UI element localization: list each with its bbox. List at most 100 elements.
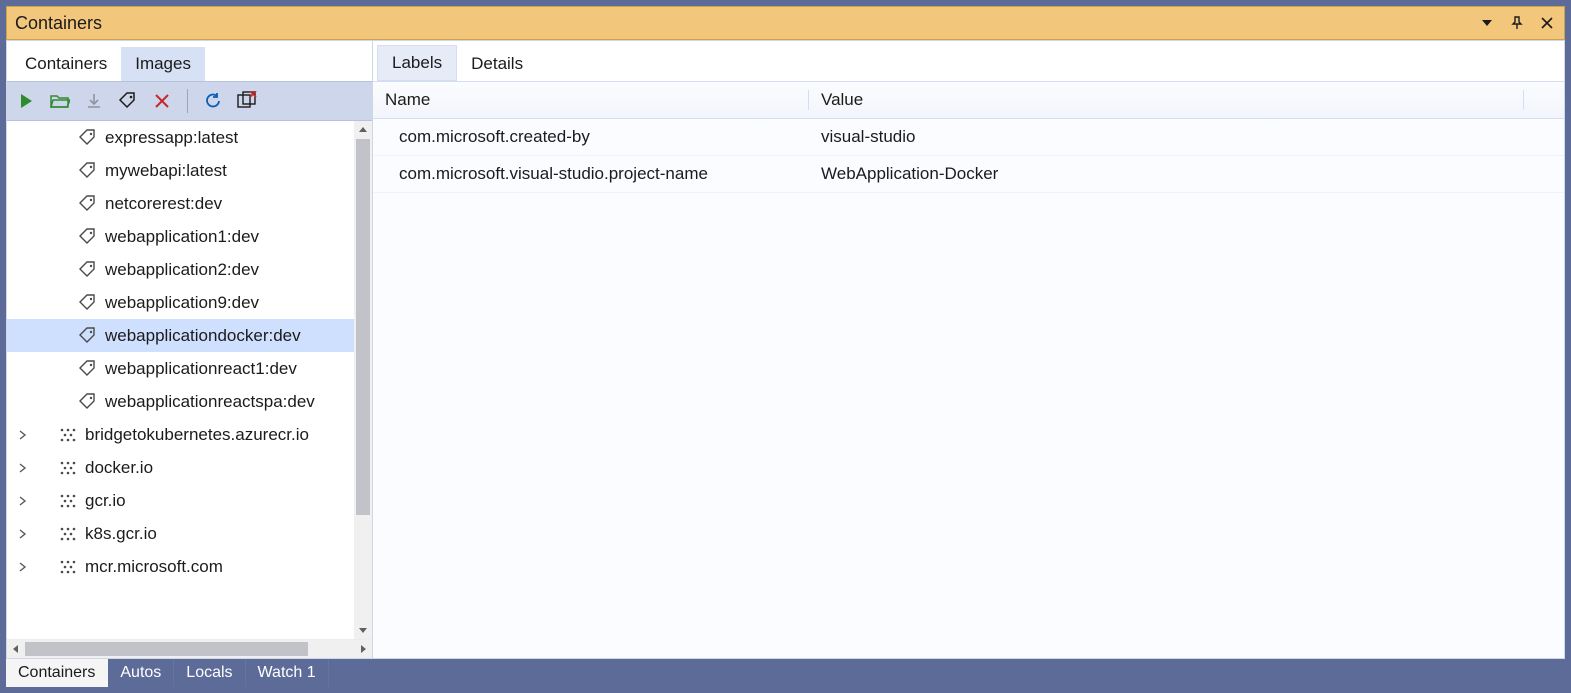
hscroll-thumb[interactable] (25, 642, 308, 656)
registry-icon (57, 490, 79, 512)
column-header-name[interactable]: Name (373, 90, 809, 110)
open-folder-icon[interactable] (47, 88, 73, 114)
item-label: expressapp:latest (105, 128, 238, 148)
expander-placeholder (13, 261, 31, 279)
expander-placeholder (13, 162, 31, 180)
registry-icon (57, 424, 79, 446)
tab-label: Details (471, 54, 523, 73)
window-buttons (1478, 14, 1556, 32)
toolbar-separator (187, 89, 188, 113)
registry-item[interactable]: gcr.io (7, 484, 354, 517)
item-label: webapplicationreact1:dev (105, 359, 297, 379)
expander-placeholder (13, 360, 31, 378)
cell-name: com.microsoft.visual-studio.project-name (373, 164, 809, 184)
right-tab-details[interactable]: Details (457, 47, 537, 81)
left-tab-images[interactable]: Images (121, 47, 205, 81)
expander-placeholder (13, 195, 31, 213)
expander-placeholder (13, 327, 31, 345)
bottom-tabs: Containers AutosLocalsWatch 1 (6, 659, 1565, 687)
bottom-tab-locals[interactable]: Locals (174, 659, 245, 687)
refresh-icon[interactable] (200, 88, 226, 114)
delete-icon[interactable] (149, 88, 175, 114)
bottom-tab-autos[interactable]: Autos (108, 659, 174, 687)
registry-item[interactable]: k8s.gcr.io (7, 517, 354, 550)
image-item[interactable]: webapplication2:dev (7, 253, 354, 286)
registry-item[interactable]: bridgetokubernetes.azurecr.io (7, 418, 354, 451)
tag-icon[interactable] (115, 88, 141, 114)
chevron-right-icon[interactable] (13, 558, 31, 576)
hscroll-track[interactable] (25, 640, 354, 658)
left-tabs: Containers Images (7, 41, 372, 81)
dropdown-icon[interactable] (1478, 14, 1496, 32)
item-label: gcr.io (85, 491, 126, 511)
close-icon[interactable] (1538, 14, 1556, 32)
tag-icon (77, 160, 99, 182)
tab-label: Containers (25, 54, 107, 73)
image-item[interactable]: webapplication9:dev (7, 286, 354, 319)
item-label: webapplication2:dev (105, 260, 259, 280)
cell-name: com.microsoft.created-by (373, 127, 809, 147)
images-tree-wrapper: expressapp:latest mywebapi:latest netcorer… (7, 121, 372, 640)
pin-icon[interactable] (1508, 14, 1526, 32)
table-row[interactable]: com.microsoft.created-byvisual-studio (373, 119, 1564, 156)
bottom-tab-watch-1[interactable]: Watch 1 (246, 659, 329, 687)
image-item[interactable]: webapplicationdocker:dev (7, 319, 354, 352)
chevron-right-icon[interactable] (13, 459, 31, 477)
expander-placeholder (13, 129, 31, 147)
image-item[interactable]: webapplicationreact1:dev (7, 352, 354, 385)
tab-label: Images (135, 54, 191, 73)
horizontal-scrollbar[interactable] (7, 640, 372, 658)
image-item[interactable]: webapplicationreactspa:dev (7, 385, 354, 418)
run-icon[interactable] (13, 88, 39, 114)
chevron-right-icon[interactable] (13, 426, 31, 444)
tag-icon (77, 292, 99, 314)
table-row[interactable]: com.microsoft.visual-studio.project-name… (373, 156, 1564, 193)
tag-icon (77, 259, 99, 281)
expander-placeholder (13, 228, 31, 246)
download-icon[interactable] (81, 88, 107, 114)
item-label: bridgetokubernetes.azurecr.io (85, 425, 309, 445)
registry-item[interactable]: docker.io (7, 451, 354, 484)
tab-label: Containers (18, 664, 95, 682)
expander-placeholder (13, 294, 31, 312)
left-tab-containers[interactable]: Containers (11, 47, 121, 81)
tag-icon (77, 391, 99, 413)
scroll-right-icon[interactable] (354, 644, 372, 654)
registry-icon (57, 523, 79, 545)
tag-icon (77, 325, 99, 347)
registry-item[interactable]: mcr.microsoft.com (7, 550, 354, 583)
labels-grid: Name Value com.microsoft.created-byvisua… (373, 81, 1564, 658)
tag-icon (77, 226, 99, 248)
column-header-value[interactable]: Value (809, 90, 1524, 110)
bottom-tab-containers[interactable]: Containers (6, 659, 108, 687)
image-item[interactable]: netcorerest:dev (7, 187, 354, 220)
scroll-track[interactable] (354, 139, 372, 621)
image-item[interactable]: expressapp:latest (7, 121, 354, 154)
grid-header: Name Value (373, 82, 1564, 119)
left-panel: Containers Images (7, 41, 373, 658)
image-item[interactable]: webapplication1:dev (7, 220, 354, 253)
main-area: Containers Images (6, 40, 1565, 659)
image-item[interactable]: mywebapi:latest (7, 154, 354, 187)
vertical-scrollbar[interactable] (354, 121, 372, 639)
images-tree[interactable]: expressapp:latest mywebapi:latest netcorer… (7, 121, 354, 639)
registry-icon (57, 556, 79, 578)
scroll-thumb[interactable] (356, 139, 370, 515)
scroll-left-icon[interactable] (7, 644, 25, 654)
item-label: mcr.microsoft.com (85, 557, 223, 577)
scroll-down-icon[interactable] (354, 621, 372, 639)
scroll-up-icon[interactable] (354, 121, 372, 139)
chevron-right-icon[interactable] (13, 492, 31, 510)
registry-icon (57, 457, 79, 479)
tag-icon (77, 358, 99, 380)
cell-value: visual-studio (809, 127, 1564, 147)
tab-label: Labels (392, 53, 442, 72)
window-title: Containers (15, 13, 102, 34)
chevron-right-icon[interactable] (13, 525, 31, 543)
right-tabs: Labels Details (373, 41, 1564, 81)
prune-icon[interactable] (234, 88, 260, 114)
right-tab-labels[interactable]: Labels (377, 45, 457, 81)
item-label: webapplication9:dev (105, 293, 259, 313)
item-label: mywebapi:latest (105, 161, 227, 181)
item-label: k8s.gcr.io (85, 524, 157, 544)
